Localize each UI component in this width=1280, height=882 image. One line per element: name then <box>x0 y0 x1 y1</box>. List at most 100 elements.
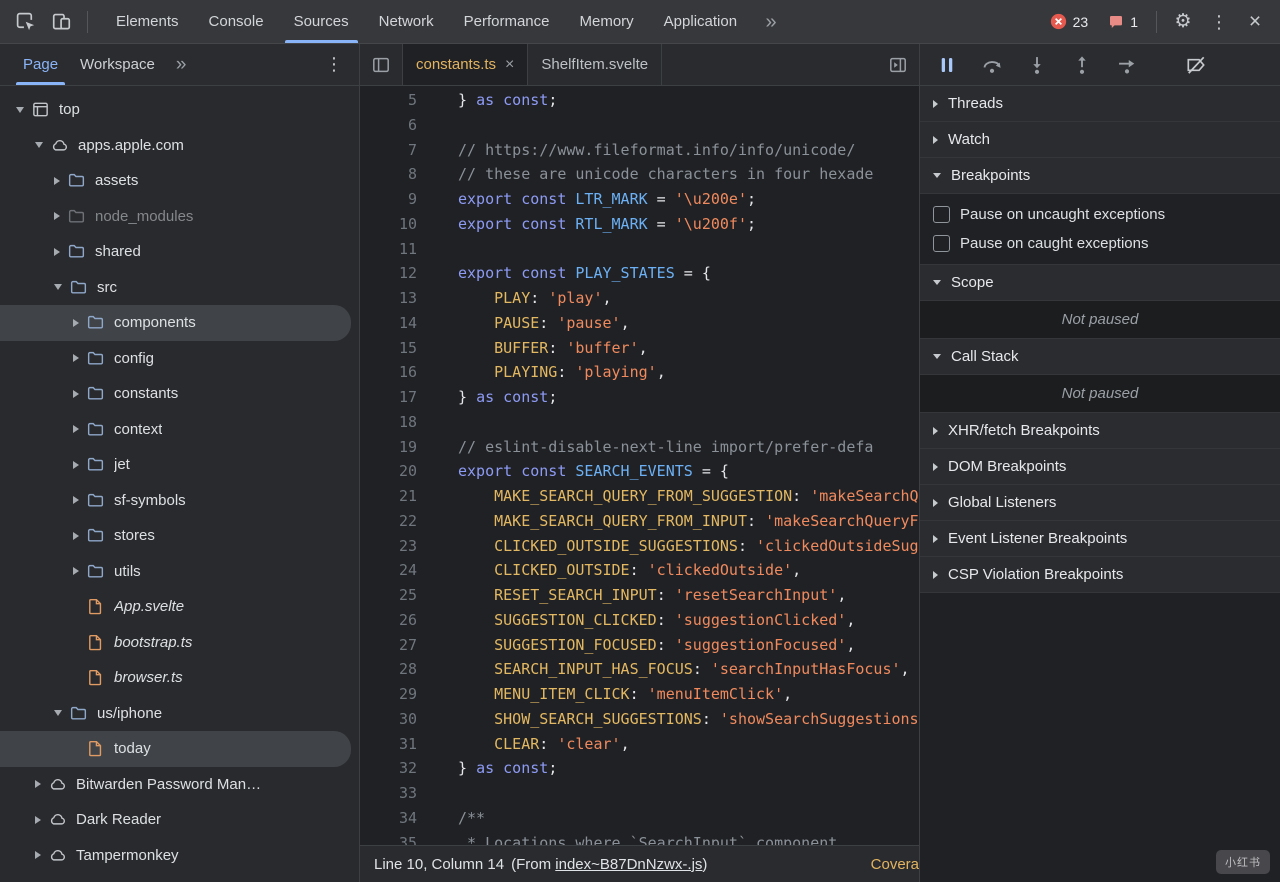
line-number[interactable]: 29 <box>360 682 432 707</box>
devtools-tab-console[interactable]: Console <box>194 0 279 43</box>
tree-item-bitwarden-password-man[interactable]: Bitwarden Password Man… <box>0 767 351 803</box>
code-line[interactable]: export const RTL_MARK = '\u200f'; <box>432 212 919 237</box>
section-header-csp-violation-breakpoints[interactable]: CSP Violation Breakpoints <box>920 557 1280 593</box>
line-number[interactable]: 25 <box>360 583 432 608</box>
caret-right-icon[interactable] <box>73 425 79 434</box>
code-line[interactable] <box>432 410 919 435</box>
section-header-threads[interactable]: Threads <box>920 86 1280 122</box>
code-line[interactable]: MAKE_SEARCH_QUERY_FROM_SUGGESTION: 'make… <box>432 484 919 509</box>
line-number[interactable]: 18 <box>360 410 432 435</box>
tree-item-constants[interactable]: constants <box>0 376 351 412</box>
line-number[interactable]: 20 <box>360 459 432 484</box>
step-out-button[interactable] <box>1068 51 1096 79</box>
code-line[interactable]: MAKE_SEARCH_QUERY_FROM_INPUT: 'makeSearc… <box>432 509 919 534</box>
section-header-xhr-fetch-breakpoints[interactable]: XHR/fetch Breakpoints <box>920 413 1280 449</box>
code-line[interactable]: } as const; <box>432 756 919 781</box>
caret-right-icon[interactable] <box>35 851 41 860</box>
line-number[interactable]: 30 <box>360 707 432 732</box>
line-number[interactable]: 6 <box>360 113 432 138</box>
line-number[interactable]: 24 <box>360 558 432 583</box>
coverage-link[interactable]: Covera <box>871 856 919 873</box>
caret-down-icon[interactable] <box>16 106 24 113</box>
tree-item-bootstrap-ts[interactable]: bootstrap.ts <box>0 625 351 661</box>
editor-tab-shelfitem-svelte[interactable]: ShelfItem.svelte <box>528 44 663 85</box>
tree-item-config[interactable]: config <box>0 341 351 377</box>
code-editor[interactable]: 5 6 7 8 9 10 11 12 13 14 15 16 17 18 19 20 21 22 23 24 25 26 2… <box>360 86 919 845</box>
devtools-tab-performance[interactable]: Performance <box>449 0 565 43</box>
code-line[interactable]: /** <box>432 806 919 831</box>
line-number[interactable]: 27 <box>360 633 432 658</box>
checkbox[interactable] <box>933 235 950 252</box>
tree-item-assets[interactable]: assets <box>0 163 351 199</box>
section-header-watch[interactable]: Watch <box>920 122 1280 158</box>
code-content[interactable]: } as const; // https://www.fileformat.inf… <box>432 88 919 845</box>
section-header-scope[interactable]: Scope <box>920 265 1280 301</box>
line-number[interactable]: 33 <box>360 781 432 806</box>
line-number[interactable]: 34 <box>360 806 432 831</box>
pause-button[interactable] <box>933 51 961 79</box>
option-pause-on-caught-exceptions[interactable]: Pause on caught exceptions <box>920 229 1280 258</box>
code-line[interactable]: PLAYING: 'playing', <box>432 360 919 385</box>
code-line[interactable] <box>432 113 919 138</box>
code-line[interactable]: MENU_ITEM_CLICK: 'menuItemClick', <box>432 682 919 707</box>
devtools-tab-sources[interactable]: Sources <box>279 0 364 43</box>
line-number[interactable]: 12 <box>360 261 432 286</box>
deactivate-breakpoints-button[interactable] <box>1182 51 1210 79</box>
editor-tab-constants-ts[interactable]: constants.ts × <box>402 44 529 85</box>
devtools-tab-network[interactable]: Network <box>364 0 449 43</box>
tree-item-components[interactable]: components <box>0 305 351 341</box>
line-number[interactable]: 26 <box>360 608 432 633</box>
line-number[interactable]: 31 <box>360 732 432 757</box>
section-header-dom-breakpoints[interactable]: DOM Breakpoints <box>920 449 1280 485</box>
line-number[interactable]: 16 <box>360 360 432 385</box>
close-tab-icon[interactable]: × <box>505 56 514 73</box>
line-number[interactable]: 28 <box>360 657 432 682</box>
settings-button[interactable]: ⚙ <box>1166 6 1200 38</box>
code-line[interactable]: export const SEARCH_EVENTS = { <box>432 459 919 484</box>
code-line[interactable]: // eslint-disable-next-line import/prefe… <box>432 435 919 460</box>
line-number[interactable]: 14 <box>360 311 432 336</box>
line-number[interactable]: 8 <box>360 162 432 187</box>
caret-right-icon[interactable] <box>73 496 79 505</box>
checkbox[interactable] <box>933 206 950 223</box>
caret-down-icon[interactable] <box>54 710 62 717</box>
line-number[interactable]: 23 <box>360 534 432 559</box>
code-line[interactable]: SEARCH_INPUT_HAS_FOCUS: 'searchInputHasF… <box>432 657 919 682</box>
inspect-element-button[interactable] <box>8 6 42 38</box>
code-line[interactable]: // https://www.fileformat.info/info/unic… <box>432 138 919 163</box>
code-line[interactable]: PAUSE: 'pause', <box>432 311 919 336</box>
devtools-tab-memory[interactable]: Memory <box>565 0 649 43</box>
navigator-menu-button[interactable]: ⋮ <box>309 54 359 75</box>
code-line[interactable] <box>432 781 919 806</box>
error-badge[interactable]: 23 <box>1050 13 1088 30</box>
section-header-breakpoints[interactable]: Breakpoints <box>920 158 1280 194</box>
section-header-global-listeners[interactable]: Global Listeners <box>920 485 1280 521</box>
tree-item-apps-apple-com[interactable]: apps.apple.com <box>0 128 351 164</box>
line-number[interactable]: 17 <box>360 385 432 410</box>
tree-item-stores[interactable]: stores <box>0 518 351 554</box>
code-line[interactable]: } as const; <box>432 88 919 113</box>
tree-item-app-svelte[interactable]: App.svelte <box>0 589 351 625</box>
caret-right-icon[interactable] <box>54 247 60 256</box>
code-line[interactable]: PLAY: 'play', <box>432 286 919 311</box>
code-line[interactable]: CLICKED_OUTSIDE: 'clickedOutside', <box>432 558 919 583</box>
line-number[interactable]: 35 <box>360 831 432 846</box>
line-number[interactable]: 22 <box>360 509 432 534</box>
tree-item-browser-ts[interactable]: browser.ts <box>0 660 351 696</box>
navigator-tab-page[interactable]: Page <box>12 44 69 85</box>
step-over-button[interactable] <box>978 51 1006 79</box>
line-number[interactable]: 15 <box>360 336 432 361</box>
toggle-debugger-sidebar-button[interactable] <box>877 44 919 85</box>
line-number[interactable]: 9 <box>360 187 432 212</box>
option-pause-on-uncaught-exceptions[interactable]: Pause on uncaught exceptions <box>920 200 1280 229</box>
code-line[interactable]: // these are unicode characters in four … <box>432 162 919 187</box>
step-into-button[interactable] <box>1023 51 1051 79</box>
tree-item-tampermonkey[interactable]: Tampermonkey <box>0 838 351 874</box>
tree-item-sf-symbols[interactable]: sf-symbols <box>0 483 351 519</box>
line-number[interactable]: 13 <box>360 286 432 311</box>
line-number[interactable]: 32 <box>360 756 432 781</box>
devtools-tab-application[interactable]: Application <box>649 0 752 43</box>
tree-item-shared[interactable]: shared <box>0 234 351 270</box>
section-header-event-listener-breakpoints[interactable]: Event Listener Breakpoints <box>920 521 1280 557</box>
more-navigator-tabs-button[interactable]: » <box>166 54 197 76</box>
